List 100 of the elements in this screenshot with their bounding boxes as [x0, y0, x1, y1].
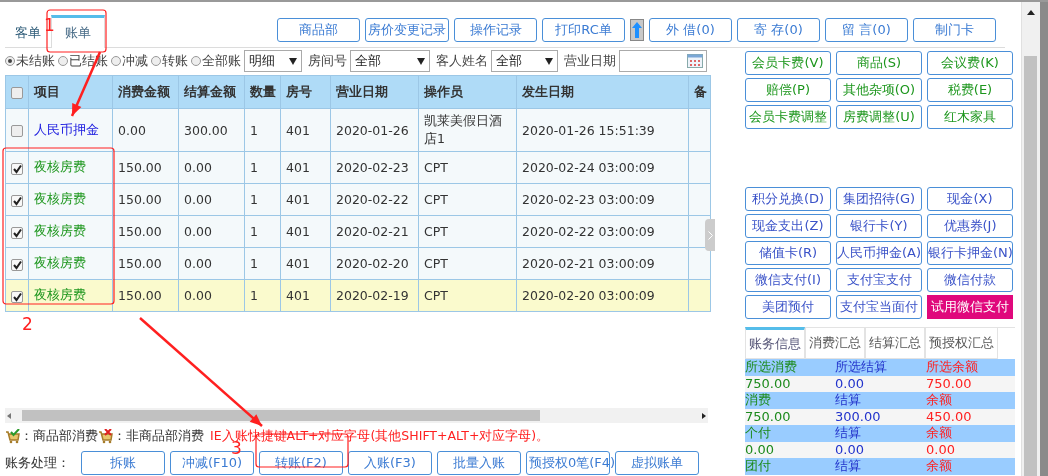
table-cell: CPT: [418, 247, 517, 280]
table-cell: 凯莱美假日酒店1: [418, 108, 517, 152]
column-header[interactable]: 营业日期: [330, 75, 419, 109]
table-cell: 401: [280, 279, 331, 312]
table-cell: 401: [280, 183, 331, 216]
table-cell[interactable]: 夜核房费: [28, 215, 113, 248]
payment-button[interactable]: 试用微信支付: [927, 295, 1013, 319]
table-cell: 2020-02-20 03:00:09: [516, 279, 689, 312]
toolbar-button[interactable]: 打印RC单: [542, 18, 625, 42]
toolbar-button[interactable]: 制门卡: [913, 18, 996, 42]
info-label: 消费: [745, 392, 772, 409]
charge-button[interactable]: 红木家具: [927, 105, 1013, 129]
info-value: 0.00: [835, 375, 865, 392]
table-cell: 2020-01-26 15:51:39: [516, 108, 689, 152]
room-select[interactable]: 全部: [350, 50, 430, 72]
charge-button[interactable]: 其他杂项(O): [836, 78, 922, 102]
radio-option[interactable]: 转账: [151, 52, 188, 70]
column-header[interactable]: 发生日期: [516, 75, 689, 109]
table-cell: 0.00: [178, 247, 245, 280]
column-header[interactable]: 数量: [244, 75, 281, 109]
table-cell: CPT: [418, 279, 517, 312]
info-value: 0.00: [835, 441, 865, 458]
payment-button[interactable]: 积分兑换(D): [745, 187, 831, 211]
action-button[interactable]: 转账(F2): [259, 451, 343, 475]
action-button[interactable]: 入账(F3): [348, 451, 432, 475]
legend-label: ：商品部消费: [20, 427, 98, 445]
info-label: 所选结算: [835, 359, 888, 376]
table-cell: CPT: [418, 183, 517, 216]
info-value: 0.00: [926, 441, 956, 458]
table-cell: 2020-02-23: [330, 151, 419, 184]
payment-button[interactable]: 集团招待(G): [836, 187, 922, 211]
date-label: 营业日期: [564, 52, 616, 70]
table-cell: 0.00: [178, 183, 245, 216]
info-label: 余额: [926, 425, 953, 442]
info-label: 结算: [835, 425, 862, 442]
table-cell: 2020-02-23 03:00:09: [516, 183, 689, 216]
radio-option[interactable]: 未结账: [5, 52, 55, 70]
payment-button[interactable]: 支付宝当面付: [836, 295, 922, 319]
column-header[interactable]: 操作员: [418, 75, 517, 109]
payment-button[interactable]: 现金支出(Z): [745, 214, 831, 238]
charge-button[interactable]: 会议费(K): [927, 51, 1013, 75]
payment-button[interactable]: 微信支付(I): [745, 268, 831, 292]
column-header[interactable]: 结算金额: [178, 75, 245, 109]
toolbar-button[interactable]: 操作记录: [454, 18, 537, 42]
radio-option[interactable]: 全部账: [191, 52, 241, 70]
payment-button[interactable]: 美团预付: [745, 295, 831, 319]
tab[interactable]: 预授权汇总: [925, 328, 998, 359]
actions-label: 账务处理：: [5, 454, 70, 472]
radio-option[interactable]: 冲减: [111, 52, 148, 70]
column-header[interactable]: 消费金额: [112, 75, 179, 109]
payment-button[interactable]: 人民币押金(A): [836, 241, 922, 265]
charge-button[interactable]: 房费调整(U): [836, 105, 922, 129]
toolbar-button[interactable]: 房价变更记录: [365, 18, 449, 42]
table-cell: 2020-02-19: [330, 279, 419, 312]
info-label: 结算: [835, 392, 862, 409]
table-cell: 2020-02-22 03:00:09: [516, 215, 689, 248]
info-label: 团付: [745, 458, 772, 475]
tab[interactable]: 消费汇总: [805, 328, 865, 359]
view-select[interactable]: 明细: [244, 50, 302, 72]
payment-button[interactable]: 支付宝支付: [836, 268, 922, 292]
charge-button[interactable]: 会员卡费调整: [745, 105, 831, 129]
table-cell: 401: [280, 247, 331, 280]
action-button[interactable]: 虚拟账单: [615, 451, 699, 475]
table-cell: 0.00: [178, 151, 245, 184]
table-cell: 1: [244, 108, 281, 152]
toolbar-button[interactable]: 外 借(0): [649, 18, 732, 42]
table-cell[interactable]: 夜核房费: [28, 151, 113, 184]
column-header[interactable]: 项目: [28, 75, 113, 109]
payment-button[interactable]: 银行卡押金(N): [927, 241, 1013, 265]
tab[interactable]: 结算汇总: [865, 328, 925, 359]
payment-button[interactable]: 储值卡(R): [745, 241, 831, 265]
info-label: 余额: [926, 392, 953, 409]
payment-button[interactable]: 现金(X): [927, 187, 1013, 211]
table-cell: 2020-02-20: [330, 247, 419, 280]
column-header[interactable]: 房号: [280, 75, 331, 109]
table-cell: 0.00: [178, 279, 245, 312]
charge-button[interactable]: 税费(E): [927, 78, 1013, 102]
action-button[interactable]: 拆账: [81, 451, 165, 475]
payment-button[interactable]: 微信付款: [927, 268, 1013, 292]
table-cell[interactable]: 夜核房费: [28, 183, 113, 216]
toolbar-button[interactable]: 商品部: [277, 18, 360, 42]
action-button[interactable]: 批量入账: [437, 451, 521, 475]
toolbar-button[interactable]: 寄 存(0): [737, 18, 820, 42]
payment-button[interactable]: 优惠券(J): [927, 214, 1013, 238]
table-cell[interactable]: 夜核房费: [28, 247, 113, 280]
charge-button[interactable]: 会员卡费(V): [745, 51, 831, 75]
room-label: 房间号: [308, 52, 347, 70]
toolbar-button[interactable]: 留 言(0): [825, 18, 908, 42]
column-header[interactable]: 备: [688, 75, 711, 109]
table-cell: 401: [280, 151, 331, 184]
charge-button[interactable]: 商品(S): [836, 51, 922, 75]
payment-button[interactable]: 银行卡(Y): [836, 214, 922, 238]
table-cell: 401: [280, 215, 331, 248]
tab[interactable]: 账务信息: [745, 327, 805, 359]
info-value: 0.00: [745, 441, 775, 458]
info-value: 750.00: [745, 375, 792, 392]
charge-button[interactable]: 赔偿(P): [745, 78, 831, 102]
table-cell: 2020-02-21: [330, 215, 419, 248]
guest-select[interactable]: 全部: [491, 50, 558, 72]
info-value: 450.00: [926, 408, 973, 425]
